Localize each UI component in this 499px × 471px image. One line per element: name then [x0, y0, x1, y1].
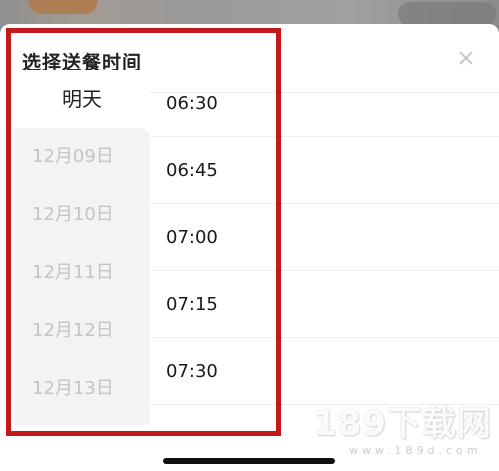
app-screen: 选择送餐时间 明天 12月09日 12月10日 12月11日 12月12日 12… [0, 0, 499, 471]
time-slot[interactable]: 06:30 [150, 70, 499, 137]
close-icon[interactable] [455, 50, 477, 72]
date-item[interactable]: 12月09日 [14, 128, 150, 186]
backdrop-button [398, 2, 496, 26]
date-column: 明天 12月09日 12月10日 12月11日 12月12日 12月13日 [14, 70, 150, 425]
time-slot[interactable]: 07:30 [150, 338, 499, 405]
date-item-selected[interactable]: 明天 [14, 70, 150, 128]
close-icon-glyph [459, 51, 473, 65]
date-item[interactable]: 12月11日 [14, 244, 150, 302]
time-column: 06:30 06:45 07:00 07:15 07:30 [150, 70, 499, 425]
date-item[interactable]: 12月12日 [14, 302, 150, 360]
date-item[interactable]: 12月10日 [14, 186, 150, 244]
time-slot-label: 06:45 [166, 160, 218, 181]
time-slot-label: 06:30 [166, 93, 218, 114]
time-slot[interactable]: 07:00 [150, 204, 499, 271]
time-slot[interactable]: 06:45 [150, 137, 499, 204]
time-slot-label: 07:30 [166, 361, 218, 382]
backdrop-image [28, 0, 98, 14]
time-slot-label: 07:00 [166, 227, 218, 248]
time-slot-label: 07:15 [166, 294, 218, 315]
date-item[interactable]: 12月13日 [14, 360, 150, 418]
time-slot[interactable]: 07:15 [150, 271, 499, 338]
home-indicator[interactable] [163, 458, 335, 464]
date-list: 12月09日 12月10日 12月11日 12月12日 12月13日 [14, 128, 150, 425]
